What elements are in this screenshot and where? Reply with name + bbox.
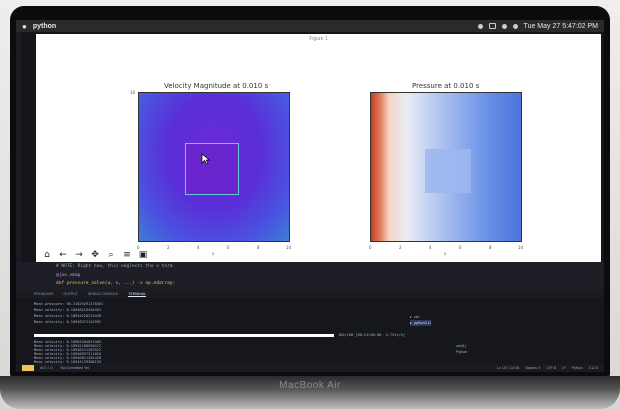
obstacle-box: [425, 149, 471, 193]
mouse-cursor-icon: [201, 153, 211, 165]
code-function-def: def pressure_solve(u, v, ...) -> np.ndar…: [56, 281, 176, 286]
matplotlib-figure-window: Figure 1 Velocity Magnitude at 0.010 s P…: [36, 34, 601, 262]
code-editor[interactable]: # NOTE: Right now, this neglects the ν t…: [16, 262, 604, 290]
terminal-session-item[interactable]: Python: [456, 350, 467, 356]
pressure-heatmap[interactable]: [370, 92, 522, 242]
menubar-app-name[interactable]: python: [33, 23, 56, 30]
velocity-heatmap[interactable]: [138, 92, 290, 242]
terminal-line: Mean pressure: 96.21829291178361: [34, 302, 104, 306]
terminal-session-list: ▸ zsh ▸ python3.11: [410, 314, 432, 326]
git-blame-status[interactable]: Not Committed Yet: [60, 366, 88, 370]
terminal-icon: ▸: [410, 321, 412, 325]
x-tick-label: 10: [286, 245, 292, 250]
code-comment: # NOTE: Right now, this neglects the ν t…: [56, 264, 173, 269]
macos-menubar: ● python Tue May 27 5:47:02 PM: [16, 20, 604, 32]
progress-bar-fill: [34, 334, 334, 337]
laptop-screen: ● python Tue May 27 5:47:02 PM Figure 1 …: [16, 20, 604, 372]
x-tick-label: 4: [197, 245, 200, 250]
interpreter-version[interactable]: 3.12.8: [589, 366, 598, 370]
x-axis-label: x: [444, 251, 447, 256]
zoom-icon[interactable]: ⌕: [106, 250, 116, 260]
terminal-line: Mean velocity: 0.10948371124992: [34, 320, 102, 324]
velocity-plot-title: Velocity Magnitude at 0.010 s: [164, 82, 269, 90]
configure-icon[interactable]: ≡: [122, 250, 132, 260]
cursor-position[interactable]: Ln 107, Col 26: [497, 366, 519, 370]
progress-label: 100/100 [00:21<00:00, 4.73it/s]: [338, 333, 406, 337]
progress-bar: [34, 334, 334, 337]
tab-problems[interactable]: PROBLEMS: [34, 292, 53, 296]
problems-count[interactable]: ⊗ 0 ⚠ 0: [40, 366, 52, 370]
figure-window-title: Figure 1: [309, 36, 328, 42]
pressure-plot-title: Pressure at 0.010 s: [412, 82, 480, 90]
status-bar: ⊗ 0 ⚠ 0 Not Committed Yet Ln 107, Col 26…: [16, 364, 604, 372]
panel-tab-bar: PROBLEMS OUTPUT DEBUG CONSOLE TERMINAL: [16, 290, 604, 298]
terminal-panel[interactable]: Mean pressure: 96.21829291178361 Mean ve…: [16, 298, 604, 364]
obstacle-box: [185, 143, 239, 195]
tab-terminal[interactable]: TERMINAL: [128, 292, 147, 297]
terminal-session-list-secondary: zsh(1) Python: [456, 344, 467, 356]
control-center-icon[interactable]: [512, 23, 518, 29]
x-tick-label: 0: [369, 245, 372, 250]
home-icon[interactable]: ⌂: [42, 250, 52, 260]
line-ending[interactable]: LF: [562, 366, 566, 370]
language-mode[interactable]: Python: [572, 366, 583, 370]
pan-icon[interactable]: ✥: [90, 250, 100, 260]
status-icon[interactable]: [477, 23, 483, 29]
wifi-icon[interactable]: [501, 23, 507, 29]
x-tick-label: 6: [227, 245, 230, 250]
menubar-clock[interactable]: Tue May 27 5:47:02 PM: [524, 23, 598, 30]
terminal-line: Mean velocity: 0.10934220219449: [34, 314, 102, 318]
tab-output[interactable]: OUTPUT: [63, 292, 77, 296]
indentation[interactable]: Spaces: 4: [525, 366, 540, 370]
remote-indicator[interactable]: [22, 365, 34, 371]
x-axis-label: x: [212, 251, 215, 256]
code-decorator: @jax.vmap: [56, 273, 81, 278]
apple-icon[interactable]: ●: [22, 22, 27, 31]
terminal-icon: ▸: [410, 315, 412, 319]
forward-icon[interactable]: →: [74, 250, 84, 260]
x-tick-label: 8: [257, 245, 260, 250]
battery-icon[interactable]: [488, 23, 496, 29]
save-icon[interactable]: ▣: [138, 250, 148, 260]
terminal-line: Mean velocity: 0.10946219420491: [34, 308, 102, 312]
encoding[interactable]: UTF-8: [546, 366, 556, 370]
x-tick-label: 8: [489, 245, 492, 250]
back-icon[interactable]: ←: [58, 250, 68, 260]
tab-debug-console[interactable]: DEBUG CONSOLE: [88, 292, 119, 296]
x-tick-label: 10: [518, 245, 524, 250]
x-tick-label: 4: [429, 245, 432, 250]
y-tick-label: 10: [130, 90, 136, 95]
x-tick-label: 2: [399, 245, 402, 250]
x-tick-label: 6: [459, 245, 462, 250]
laptop-brand-logo: MacBook Air: [279, 380, 341, 391]
matplotlib-toolbar: ⌂ ← → ✥ ⌕ ≡ ▣: [36, 248, 196, 262]
terminal-session-item[interactable]: ▸ python3.11: [410, 320, 432, 326]
